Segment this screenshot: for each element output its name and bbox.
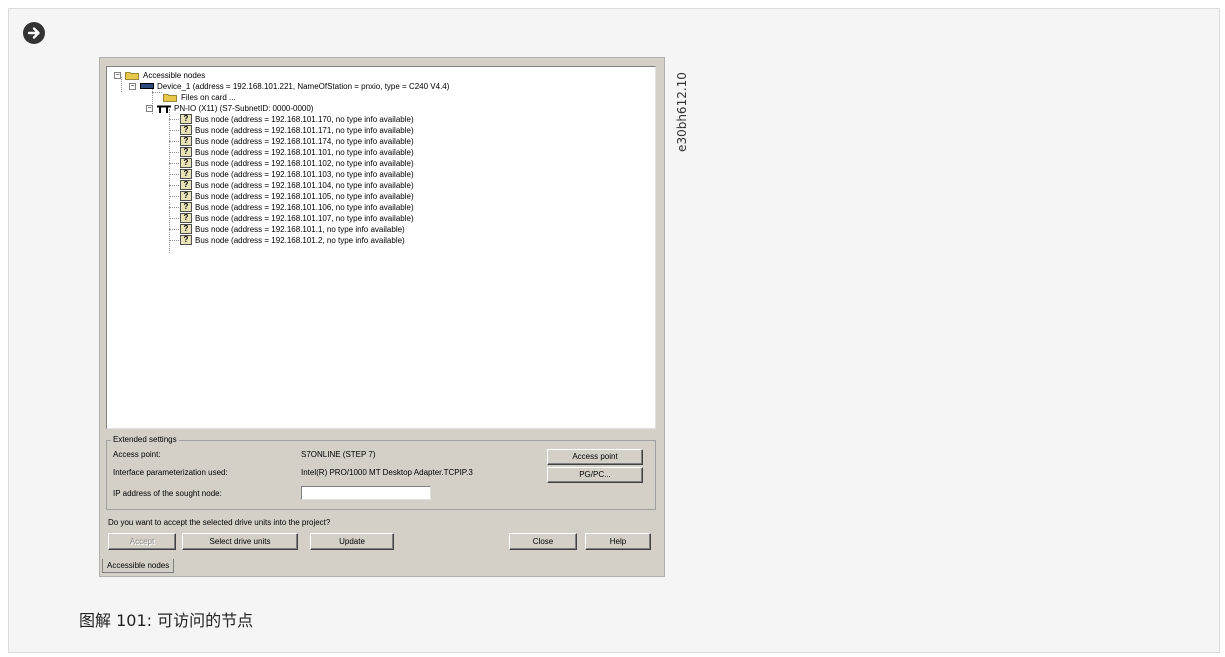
bus-node-label: Bus node (address = 192.168.101.105, no … (195, 192, 414, 201)
unknown-device-icon: ? (180, 191, 192, 201)
bus-node-label: Bus node (address = 192.168.101.2, no ty… (195, 236, 405, 245)
tree-bus-node-row[interactable]: ? Bus node (address = 192.168.101.170, n… (169, 114, 589, 125)
unknown-device-icon: ? (180, 235, 192, 245)
collapse-icon[interactable]: − (114, 72, 121, 79)
folder-icon (125, 72, 139, 80)
access-point-label: Access point: (113, 450, 161, 459)
collapse-icon[interactable]: − (146, 105, 153, 112)
bus-node-label: Bus node (address = 192.168.101.106, no … (195, 203, 414, 212)
bus-node-label: Bus node (address = 192.168.101.102, no … (195, 159, 414, 168)
ip-address-label: IP address of the sought node: (113, 489, 222, 498)
bus-node-label: Bus node (address = 192.168.101.171, no … (195, 126, 414, 135)
tree-bus-node-row[interactable]: ? Bus node (address = 192.168.101.171, n… (169, 125, 589, 136)
tree-bus-node-row[interactable]: ? Bus node (address = 192.168.101.174, n… (169, 136, 589, 147)
tree-root-row[interactable]: − Accessible nodes (111, 70, 511, 81)
accessible-nodes-tree[interactable]: − Accessible nodes − Device_1 (address =… (106, 66, 656, 429)
figure-id-label: e30bh612.10 (675, 52, 689, 172)
bus-node-label: Bus node (address = 192.168.101.103, no … (195, 170, 414, 179)
bus-node-label: Bus node (address = 192.168.101.104, no … (195, 181, 414, 190)
tree-files-row[interactable]: Files on card ... (155, 92, 455, 103)
tree-connector (169, 240, 179, 241)
accessible-nodes-dialog: − Accessible nodes − Device_1 (address =… (99, 57, 665, 577)
bus-node-label: Bus node (address = 192.168.101.1, no ty… (195, 225, 405, 234)
unknown-device-icon: ? (180, 114, 192, 124)
tree-bus-node-row[interactable]: ? Bus node (address = 192.168.101.105, n… (169, 191, 589, 202)
tree-connector (169, 119, 179, 120)
tree-connector (169, 141, 179, 142)
tree-connector (169, 174, 179, 175)
access-point-value: S7ONLINE (STEP 7) (301, 450, 376, 459)
folder-icon (163, 94, 177, 102)
unknown-device-icon: ? (180, 125, 192, 135)
figure-id-text: e30bh612.10 (675, 72, 689, 152)
bus-node-label: Bus node (address = 192.168.101.174, no … (195, 137, 414, 146)
tree-bus-node-row[interactable]: ? Bus node (address = 192.168.101.101, n… (169, 147, 589, 158)
figure-caption: 图解 101: 可访问的节点 (79, 611, 254, 630)
tree-connector (169, 218, 179, 219)
tree-connector (169, 163, 179, 164)
tree-connector (169, 196, 179, 197)
tree-bus-node-row[interactable]: ? Bus node (address = 192.168.101.103, n… (169, 169, 589, 180)
accept-question-text: Do you want to accept the selected drive… (108, 518, 331, 527)
tree-bus-node-row[interactable]: ? Bus node (address = 192.168.101.102, n… (169, 158, 589, 169)
close-button[interactable]: Close (509, 533, 577, 550)
extended-settings-legend: Extended settings (111, 435, 179, 445)
unknown-device-icon: ? (180, 169, 192, 179)
tree-connector (169, 229, 179, 230)
unknown-device-icon: ? (180, 158, 192, 168)
tree-bus-node-row[interactable]: ? Bus node (address = 192.168.101.2, no … (169, 235, 589, 246)
help-button[interactable]: Help (585, 533, 651, 550)
unknown-device-icon: ? (180, 213, 192, 223)
interface-label: Interface parameterization used: (113, 468, 228, 477)
update-button[interactable]: Update (310, 533, 394, 550)
access-point-button[interactable]: Access point (547, 449, 643, 465)
accept-button[interactable]: Accept (108, 533, 176, 550)
unknown-device-icon: ? (180, 224, 192, 234)
tree-bus-node-row[interactable]: ? Bus node (address = 192.168.101.107, n… (169, 213, 589, 224)
ip-address-input[interactable] (301, 486, 431, 500)
bus-node-label: Bus node (address = 192.168.101.101, no … (195, 148, 414, 157)
interface-value: Intel(R) PRO/1000 MT Desktop Adapter.TCP… (301, 468, 473, 477)
tab-accessible-nodes[interactable]: Accessible nodes (102, 559, 175, 573)
tree-connector (169, 152, 179, 153)
extended-settings-group: Extended settings Access point: S7ONLINE… (106, 435, 656, 510)
network-icon (157, 105, 171, 113)
tree-connector (169, 130, 179, 131)
tree-connector (169, 207, 179, 208)
tree-files-label: Files on card ... (181, 93, 236, 102)
unknown-device-icon: ? (180, 136, 192, 146)
pg-pc-button[interactable]: PG/PC... (547, 467, 643, 483)
tree-device-label: Device_1 (address = 192.168.101.221, Nam… (157, 82, 450, 91)
tree-connector (169, 185, 179, 186)
arrow-circle-right-icon (23, 22, 45, 44)
tree-bus-node-row[interactable]: ? Bus node (address = 192.168.101.104, n… (169, 180, 589, 191)
unknown-device-icon: ? (180, 147, 192, 157)
bus-node-label: Bus node (address = 192.168.101.170, no … (195, 115, 414, 124)
tree-bus-node-row[interactable]: ? Bus node (address = 192.168.101.1, no … (169, 224, 589, 235)
collapse-icon[interactable]: − (129, 83, 136, 90)
unknown-device-icon: ? (180, 202, 192, 212)
device-icon (140, 83, 154, 89)
tree-pnio-row[interactable]: − PN-IO (X11) (S7-SubnetID: 0000-0000) (143, 103, 543, 114)
tree-device-row[interactable]: − Device_1 (address = 192.168.101.221, N… (126, 81, 646, 92)
bus-node-label: Bus node (address = 192.168.101.107, no … (195, 214, 414, 223)
select-drive-units-button[interactable]: Select drive units (182, 533, 298, 550)
tree-bus-node-row[interactable]: ? Bus node (address = 192.168.101.106, n… (169, 202, 589, 213)
tree-root-label: Accessible nodes (143, 71, 206, 80)
tree-pnio-label: PN-IO (X11) (S7-SubnetID: 0000-0000) (174, 104, 314, 113)
unknown-device-icon: ? (180, 180, 192, 190)
